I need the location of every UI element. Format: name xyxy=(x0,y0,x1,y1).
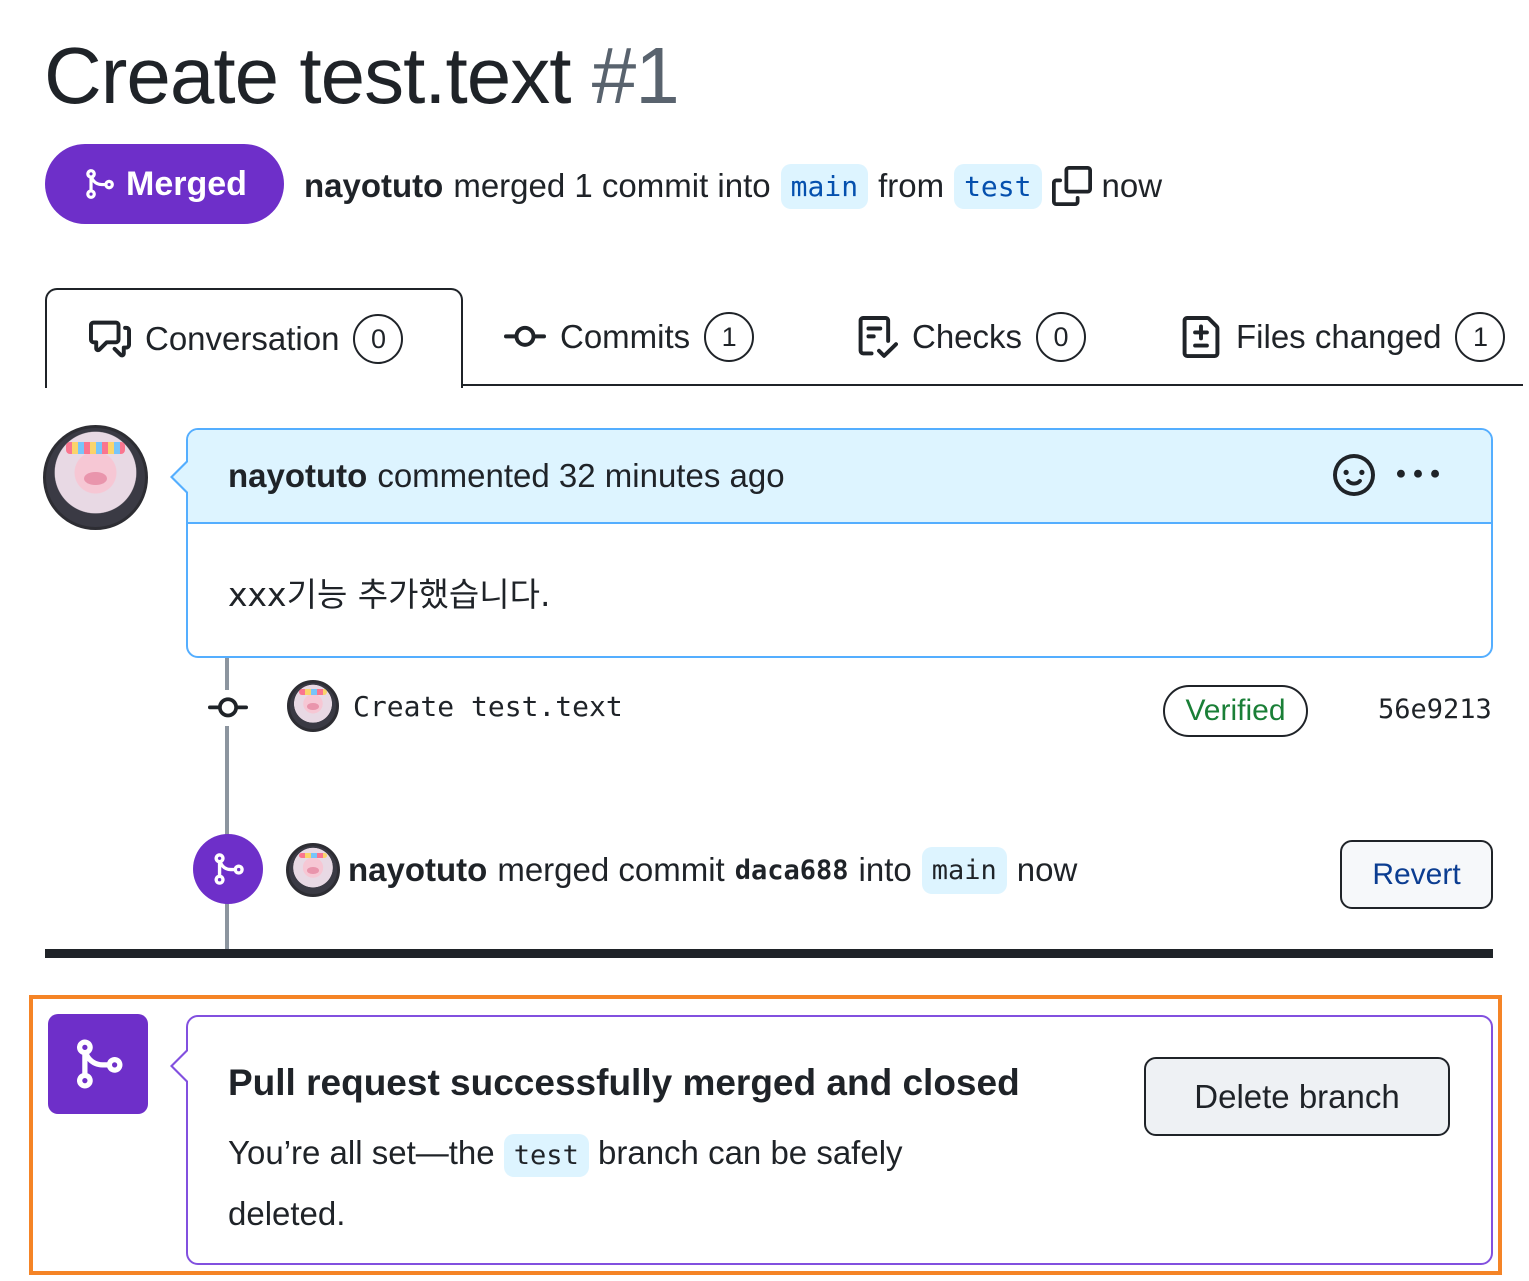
kebab-horizontal-icon[interactable] xyxy=(1397,454,1439,496)
comment-author-link[interactable]: nayotuto xyxy=(228,457,367,495)
git-commit-icon xyxy=(504,325,546,347)
tab-checks[interactable]: Checks 0 xyxy=(856,288,1087,386)
git-merge-icon xyxy=(86,169,114,199)
git-merge-icon xyxy=(77,1039,123,1089)
tab-files-changed-label: Files changed xyxy=(1236,318,1442,355)
comment-header: nayotuto commented 32 minutes ago xyxy=(188,430,1491,524)
tab-checks-counter: 0 xyxy=(1036,312,1087,362)
commit-sha-link[interactable]: 56e9213 xyxy=(1378,694,1492,725)
state-label: Merged xyxy=(126,164,247,203)
smiley-icon[interactable] xyxy=(1333,454,1375,496)
from-text: from xyxy=(878,167,945,204)
tab-commits[interactable]: Commits 1 xyxy=(504,288,755,386)
pr-meta: nayotuto merged 1 commit into main from … xyxy=(304,158,1162,214)
file-diff-icon xyxy=(1182,316,1220,358)
tab-commits-counter: 1 xyxy=(704,312,755,362)
commit-message-link[interactable]: Create test.text xyxy=(353,690,623,723)
copy-icon[interactable] xyxy=(1051,166,1092,206)
comment-author-avatar[interactable] xyxy=(43,425,148,530)
tab-conversation-counter: 0 xyxy=(353,314,404,364)
delete-branch-button[interactable]: Delete branch xyxy=(1144,1057,1450,1136)
git-merge-icon xyxy=(214,853,244,885)
pr-author-link[interactable]: nayotuto xyxy=(304,167,443,205)
tab-conversation[interactable]: Conversation 0 xyxy=(45,288,463,388)
tab-conversation-label: Conversation xyxy=(145,320,340,357)
merge-author-avatar[interactable] xyxy=(286,843,340,897)
merged-text: merged 1 commit into xyxy=(453,167,771,204)
head-branch-chip[interactable]: test xyxy=(954,163,1042,209)
tab-files-changed-counter: 1 xyxy=(1455,312,1506,362)
tab-files-changed[interactable]: Files changed 1 xyxy=(1180,288,1506,386)
timeline-end-divider xyxy=(45,949,1493,958)
merge-author-link[interactable]: nayotuto xyxy=(348,851,487,889)
comment-pointer-fill xyxy=(173,462,188,492)
merge-event: nayotuto merged commit daca688 into main… xyxy=(348,842,1077,898)
verified-badge[interactable]: Verified xyxy=(1163,685,1308,737)
merged-status-description: You’re all set—the test branch can be sa… xyxy=(228,1124,988,1243)
pr-number: #1 xyxy=(591,31,680,120)
comment-body: xxx기능 추가했습니다. xyxy=(228,575,551,614)
merge-into-text: into xyxy=(858,851,912,888)
git-commit-icon xyxy=(208,697,248,718)
merged-desc-pre: You’re all set—the xyxy=(228,1134,495,1171)
merged-box-pointer-fill xyxy=(173,1051,188,1081)
merge-event-text: merged commit xyxy=(497,851,725,888)
merged-status-icon-box xyxy=(48,1014,148,1114)
checklist-icon xyxy=(858,316,898,358)
comment-discussion-icon xyxy=(89,320,131,358)
merged-status-title: Pull request successfully merged and clo… xyxy=(228,1062,1020,1103)
pr-title-text: Create test.text xyxy=(44,31,571,120)
base-branch-chip[interactable]: main xyxy=(780,163,869,209)
tab-checks-label: Checks xyxy=(912,318,1023,355)
merge-event-node xyxy=(193,834,263,904)
merge-commit-sha-link[interactable]: daca688 xyxy=(735,855,849,886)
comment-box: nayotuto commented 32 minutes ago xxx기능 … xyxy=(186,428,1493,658)
comment-meta[interactable]: commented 32 minutes ago xyxy=(377,457,784,495)
pr-time: now xyxy=(1101,167,1163,204)
pr-title: Create test.text #1 xyxy=(44,30,680,122)
commit-author-avatar[interactable] xyxy=(287,680,339,732)
commit-node xyxy=(206,690,250,726)
merged-state-badge: Merged xyxy=(45,144,284,224)
merged-desc-branch-chip[interactable]: test xyxy=(503,1134,589,1177)
tab-commits-label: Commits xyxy=(560,318,691,355)
merge-branch-chip[interactable]: main xyxy=(921,846,1007,894)
revert-button[interactable]: Revert xyxy=(1340,840,1493,909)
merge-event-time: now xyxy=(1016,851,1078,888)
